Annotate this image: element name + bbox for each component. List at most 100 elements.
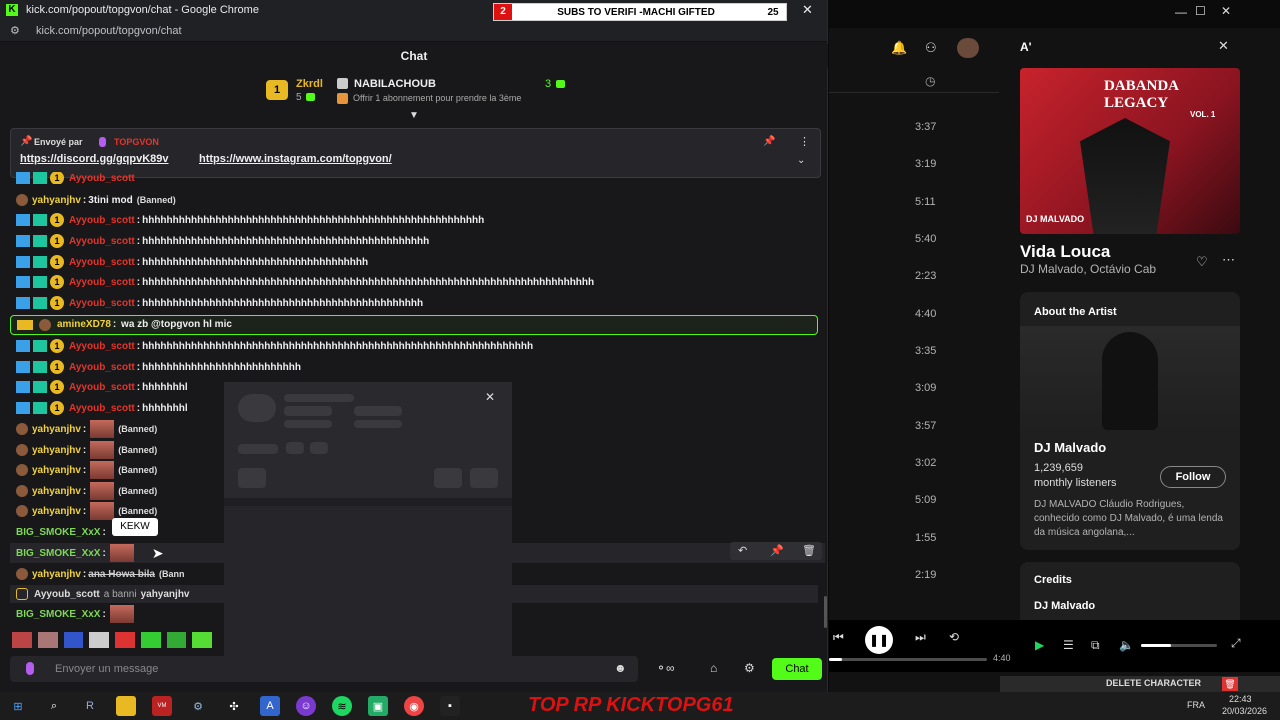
more-options-icon[interactable]: ⋯ [1222, 252, 1235, 268]
pause-button[interactable]: ❚❚ [865, 626, 893, 654]
chat-username[interactable]: Ayyoub_scott [69, 236, 135, 247]
chat-username[interactable]: yahyanjhv [32, 506, 81, 517]
chat-message[interactable]: BIG_SMOKE_XxX: [16, 605, 138, 623]
chat-message[interactable]: yahyanjhv: (Banned) [16, 482, 157, 500]
chat-username[interactable]: Ayyoub_scott [34, 589, 100, 600]
close-icon[interactable]: ✕ [1221, 4, 1231, 18]
delete-character-label[interactable]: DELETE CHARACTER [1106, 678, 1201, 688]
gift-sub-icon[interactable]: ⚬∞ [656, 661, 675, 675]
chat-message[interactable]: yahyanjhv: (Banned) [16, 461, 157, 479]
clock-date[interactable]: 20/03/2026 [1222, 706, 1267, 716]
profile-avatar[interactable] [957, 38, 979, 58]
chat-message[interactable]: yahyanjhv: 3tini mod (Banned) [16, 191, 176, 209]
pinned-link-discord[interactable]: https://discord.gg/gqpvK89v [20, 153, 169, 165]
chat-message[interactable]: yahyanjhv: (Banned) [16, 420, 157, 438]
chat-username[interactable]: Ayyoub_scott [69, 362, 135, 373]
language-indicator[interactable]: FRA [1187, 700, 1205, 710]
chat-username[interactable]: yahyanjhv [32, 424, 81, 435]
chat-username[interactable]: BIG_SMOKE_XxX [16, 527, 100, 538]
progress-bar[interactable] [829, 658, 987, 661]
fullscreen-icon[interactable]: ⤢ [1231, 636, 1241, 651]
emote-button[interactable] [12, 632, 32, 648]
emote-button[interactable] [192, 632, 212, 648]
file-explorer-icon[interactable] [116, 696, 136, 716]
previous-icon[interactable]: ⏮ [833, 630, 844, 645]
chat-message[interactable]: 1 Ayyoub_scott: hhhhhhhhhhhhhhhhhhhhhhhh… [16, 273, 594, 291]
discord-icon[interactable]: ☺ [296, 696, 316, 716]
mod-action-target[interactable]: yahyanjhv [141, 589, 190, 600]
url-bar[interactable]: ⚙ kick.com/popout/topgvon/chat [0, 20, 827, 42]
close-button[interactable]: ✕ [802, 2, 813, 18]
trash-icon[interactable]: 🗑 [1222, 677, 1238, 691]
friends-icon[interactable]: ⚇ [925, 40, 937, 56]
scrollbar-thumb[interactable] [824, 596, 827, 628]
chat-username[interactable]: Ayyoub_scott [69, 257, 135, 268]
chat-message[interactable]: yahyanjhv: (Banned) [16, 441, 157, 459]
chat-username[interactable]: Ayyoub_scott [69, 382, 135, 393]
windows-start-icon[interactable]: ⊞ [8, 696, 28, 716]
app-icon[interactable]: ▪ [440, 696, 460, 716]
chat-username[interactable]: Ayyoub_scott [69, 298, 135, 309]
chat-message[interactable]: 1 Ayyoub_scott: hhhhhhhhhhhhhhhhhhhhhhhh… [16, 211, 484, 229]
emote-button[interactable] [140, 632, 161, 648]
chat-username[interactable]: Ayyoub_scott [69, 403, 135, 414]
chrome-icon[interactable]: ◉ [404, 696, 424, 716]
chat-message[interactable]: 1 Ayyoub_scott: hhhhhhhhhhhhhhhhhhhhhhhh… [16, 253, 368, 271]
pinned-sender[interactable]: TOPGVON [114, 137, 159, 147]
bell-icon[interactable]: 🔔 [891, 40, 907, 56]
chevron-down-icon[interactable]: ⌄ [797, 155, 805, 166]
chat-username[interactable]: yahyanjhv [32, 445, 81, 456]
app-icon[interactable]: ▣ [368, 696, 388, 716]
chat-username[interactable]: BIG_SMOKE_XxX [16, 609, 100, 620]
artist-name[interactable]: DJ Malvado [1034, 440, 1106, 455]
minimize-icon[interactable]: — [1175, 5, 1187, 19]
send-chat-button[interactable]: Chat [772, 658, 822, 680]
chat-username[interactable]: yahyanjhv [32, 486, 81, 497]
emote-button[interactable] [166, 632, 187, 648]
close-icon[interactable]: ✕ [1218, 38, 1229, 54]
leader-name[interactable]: Zkrdl [296, 78, 323, 90]
connect-device-icon[interactable]: ⧉ [1091, 638, 1100, 653]
clock-time[interactable]: 22:43 [1229, 694, 1252, 704]
emote-button[interactable] [63, 632, 84, 648]
chat-message[interactable]: yahyanjhv: ana Howa bila (Bann [16, 565, 184, 583]
chat-username[interactable]: yahyanjhv [32, 195, 81, 206]
app-r-icon[interactable]: R [80, 696, 100, 716]
emote-button[interactable] [89, 632, 109, 648]
about-artist-card[interactable]: About the Artist DJ Malvado 1,239,659 mo… [1020, 292, 1240, 550]
chat-message[interactable]: BIG_SMOKE_XxX: ➤ [16, 544, 164, 562]
url-text[interactable]: kick.com/popout/topgvon/chat [36, 25, 182, 37]
offer-text[interactable]: Offrir 1 abonnement pour prendre la 3ème [353, 93, 521, 103]
steam-icon[interactable]: ⚙ [188, 696, 208, 716]
app-icon[interactable]: A [260, 696, 280, 716]
emoji-icon[interactable]: ☻ [614, 661, 627, 675]
chat-message[interactable]: 1 Ayyoub_scott: hhhhhhhl [16, 378, 188, 396]
chat-username[interactable]: yahyanjhv [32, 569, 81, 580]
maximize-icon[interactable]: ☐ [1195, 4, 1206, 18]
pin-message-icon[interactable]: 📌 [770, 544, 784, 557]
delete-icon[interactable]: 🗑 [802, 544, 816, 557]
chevron-down-icon[interactable]: ▼ [409, 110, 419, 121]
chat-message[interactable]: 1 Ayyoub_scott [16, 172, 135, 184]
credits-artist[interactable]: DJ Malvado [1034, 600, 1095, 612]
unpin-icon[interactable]: 📌 [763, 136, 775, 147]
now-playing-view-icon[interactable]: ▶ [1035, 638, 1044, 652]
chat-username[interactable]: Ayyoub_scott [69, 215, 135, 226]
chat-username[interactable]: Ayyoub_scott [69, 173, 135, 184]
more-options-icon[interactable]: ⋮ [799, 135, 810, 148]
chat-username[interactable]: Ayyoub_scott [69, 277, 135, 288]
chat-message[interactable]: BIG_SMOKE_XxX: [16, 523, 106, 541]
voicemeeter-icon[interactable]: VM [152, 696, 172, 716]
repeat-icon[interactable]: ⟲ [949, 630, 959, 644]
app-icon[interactable]: ✣ [224, 696, 244, 716]
volume-icon[interactable]: 🔈 [1119, 638, 1134, 652]
chat-message[interactable]: 1 Ayyoub_scott: hhhhhhhhhhhhhhhhhhhhhhhh… [16, 232, 429, 250]
pinned-link-instagram[interactable]: https://www.instagram.com/topgvon/ [199, 153, 392, 165]
chat-username[interactable]: Ayyoub_scott [69, 341, 135, 352]
highlighted-message[interactable]: amineXD78: wa zb @topgvon hl mic [10, 315, 818, 335]
chat-username[interactable]: amineXD78 [57, 319, 111, 330]
second-leader-name[interactable]: NABILACHOUB [354, 78, 436, 90]
site-settings-icon[interactable]: ⚙ [10, 24, 24, 37]
reply-icon[interactable]: ↶ [738, 544, 747, 557]
spotify-icon[interactable]: ≋ [332, 696, 352, 716]
